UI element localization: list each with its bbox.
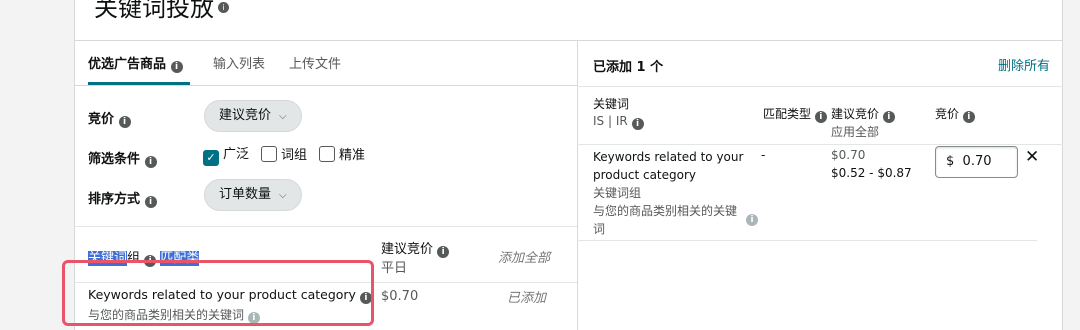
tab-suggested-products[interactable]: 优选广告商品 i	[88, 53, 183, 73]
row-keyword-match-group: 关键词组	[593, 186, 642, 200]
tab-enter-list[interactable]: 输入列表	[213, 53, 265, 72]
page-title: 关键词投放 i	[94, 0, 229, 23]
row-match-type: -	[761, 148, 766, 162]
source-tabs: 优选广告商品 i 输入列表 上传文件	[74, 40, 577, 86]
chevron-down-icon: ⌵	[279, 190, 287, 201]
close-icon[interactable]: ✕	[1025, 147, 1039, 167]
row-keyword-desc-end: 词	[593, 222, 606, 236]
checkbox-phrase[interactable]: 词组	[261, 146, 307, 164]
apply-all-link[interactable]: 应用全部	[831, 123, 879, 140]
col-keyword-header: 关键词	[593, 97, 630, 111]
add-all-link[interactable]: 添加全部	[498, 247, 550, 266]
info-icon[interactable]: i	[882, 111, 895, 123]
bid-label: 竞价 i	[88, 108, 131, 128]
info-icon[interactable]: i	[746, 214, 758, 226]
col-match-type-header: 匹配类型 i	[763, 105, 827, 123]
right-header-divider	[577, 86, 1063, 87]
bid-dropdown[interactable]: 建议竞价 ⌵	[204, 100, 302, 132]
bid-input[interactable]: $ 0.70	[935, 146, 1018, 178]
col-suggested-bid-header: 建议竞价 i	[381, 238, 450, 258]
info-icon[interactable]: i	[144, 156, 157, 168]
right-row-divider	[577, 240, 1037, 241]
sort-label: 排序方式 i	[88, 188, 157, 208]
col-suggested-bid-header: 建议竞价 i	[831, 105, 895, 123]
col-keyword-sub: IS | IR i	[593, 114, 644, 130]
sort-dropdown[interactable]: 订单数量 ⌵	[204, 179, 302, 211]
row-bid-range: $0.52 - $0.87	[831, 166, 912, 180]
info-icon[interactable]: i	[962, 111, 975, 123]
row-suggested-bid: $0.70	[381, 289, 419, 304]
right-table-header-divider	[577, 144, 1063, 145]
info-icon[interactable]: i	[118, 116, 131, 128]
col-suggested-bid-sub: 平日	[381, 261, 408, 276]
checkbox-exact[interactable]: 精准	[319, 146, 365, 164]
row-suggested-bid: $0.70	[831, 148, 866, 162]
filter-divider	[74, 226, 577, 227]
tab-upload-file[interactable]: 上传文件	[289, 53, 341, 72]
info-icon[interactable]: i	[814, 111, 827, 123]
filter-label: 筛选条件 i	[88, 148, 157, 168]
row-keyword-desc: 与您的商品类别相关的关键	[593, 204, 738, 218]
info-icon[interactable]: i	[437, 246, 450, 258]
highlight-annotation	[62, 260, 374, 326]
row-added-status: 已添加	[507, 291, 547, 306]
col-bid-header: 竞价 i	[935, 105, 975, 123]
checkbox-broad[interactable]: ✓ 广泛	[203, 146, 249, 166]
remove-all-link[interactable]: 删除所有	[998, 55, 1050, 74]
row-keyword-line2: product category	[593, 168, 697, 182]
right-panel: 已添加 1 个 删除所有 关键词 IS | IR i 匹配类型 i 建议竞价 i…	[577, 40, 1063, 330]
active-tab-indicator	[88, 82, 190, 85]
info-icon[interactable]: i	[170, 61, 183, 73]
info-icon[interactable]: i	[631, 118, 644, 130]
info-icon[interactable]: i	[144, 196, 157, 208]
checkmark-icon: ✓	[203, 150, 219, 166]
added-count-title: 已添加 1 个	[593, 60, 664, 75]
info-icon[interactable]: i	[218, 2, 229, 13]
row-keyword-line1: Keywords related to your	[593, 150, 744, 164]
chevron-down-icon: ⌵	[279, 111, 287, 122]
